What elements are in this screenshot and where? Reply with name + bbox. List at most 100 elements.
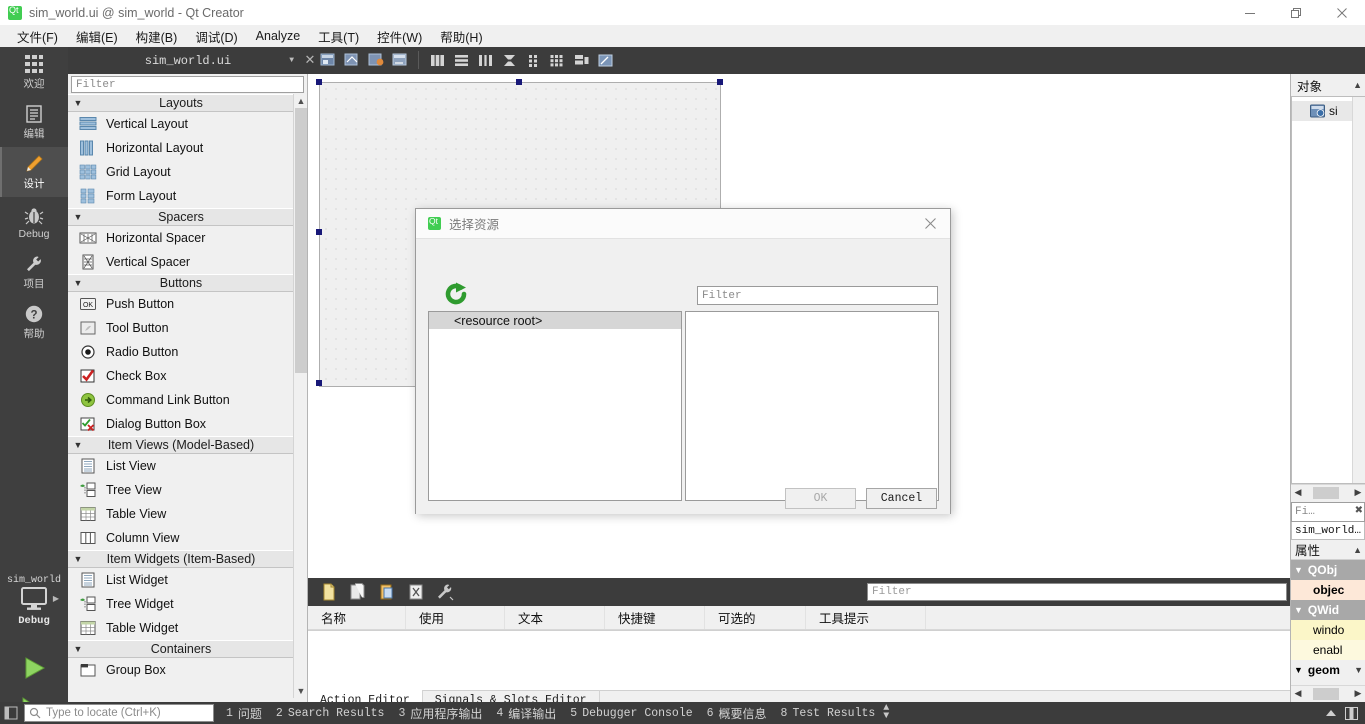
widget-item-grid-layout[interactable]: Grid Layout — [68, 160, 294, 184]
widget-item-vertical-spacer[interactable]: Vertical Spacer — [68, 250, 294, 274]
object-inspector-scrollbar[interactable] — [1352, 97, 1365, 483]
column-shortcut[interactable]: 快捷键 — [605, 606, 705, 629]
adjust-size-icon[interactable] — [595, 50, 615, 70]
resource-root-item[interactable]: <resource root> — [429, 312, 681, 329]
widget-item-radio-button[interactable]: Radio Button — [68, 340, 294, 364]
layout-horizontal-icon[interactable] — [427, 50, 447, 70]
layout-vertical-icon[interactable] — [451, 50, 471, 70]
widget-item-tree-view[interactable]: Tree View — [68, 478, 294, 502]
object-inspector-hscroll[interactable]: ◀ ▶ — [1291, 484, 1365, 500]
hscroll-thumb[interactable] — [1313, 687, 1339, 700]
chevron-right-icon[interactable]: ▶ — [1351, 687, 1365, 701]
split-icon[interactable] — [1341, 703, 1361, 723]
menu-widgets[interactable]: 控件(W) — [368, 25, 431, 48]
widget-item-vertical-layout[interactable]: Vertical Layout — [68, 112, 294, 136]
menu-help[interactable]: 帮助(H) — [431, 25, 491, 48]
paste-action-icon[interactable] — [376, 581, 398, 603]
widget-item-horizontal-spacer[interactable]: Horizontal Spacer — [68, 226, 294, 250]
resource-tree[interactable]: <resource root> — [428, 311, 682, 501]
property-objectname[interactable]: objec — [1291, 580, 1365, 600]
selection-handle-top-left[interactable] — [316, 79, 322, 85]
copy-action-icon[interactable] — [347, 581, 369, 603]
selection-handle-top-right[interactable] — [717, 79, 723, 85]
sidebar-item-edit[interactable]: 编辑 — [0, 97, 68, 147]
widget-item-tool-button[interactable]: Tool Button — [68, 316, 294, 340]
column-name[interactable]: 名称 — [308, 606, 406, 629]
chevron-up-icon[interactable]: ▲ — [294, 94, 307, 108]
widget-item-column-view[interactable]: Column View — [68, 526, 294, 550]
sidebar-item-projects[interactable]: 项目 — [0, 247, 68, 297]
minimize-icon[interactable] — [1227, 0, 1273, 25]
close-icon[interactable] — [1319, 0, 1365, 25]
widget-category-buttons[interactable]: ▼ Buttons — [68, 274, 294, 292]
widget-box-scrollbar[interactable]: ▲ ▼ — [293, 94, 307, 698]
widget-item-table-view[interactable]: Table View — [68, 502, 294, 526]
edit-tab-order-icon[interactable] — [390, 50, 410, 70]
ok-button[interactable]: OK — [785, 488, 856, 509]
column-used[interactable]: 使用 — [406, 606, 505, 629]
sidebar-item-design[interactable]: 设计 — [0, 147, 68, 197]
chevron-down-icon[interactable]: ▼ — [294, 684, 307, 698]
output-pane-issues[interactable]: 1 问题 — [226, 705, 262, 722]
widget-item-tree-widget[interactable]: Tree Widget — [68, 592, 294, 616]
maximize-icon[interactable] — [1273, 0, 1319, 25]
select-resource-dialog[interactable]: 选择资源 Filter <resource root> — [415, 208, 951, 514]
layout-grid-icon[interactable] — [523, 50, 543, 70]
scrollbar-thumb[interactable] — [295, 108, 307, 373]
break-layout-icon[interactable] — [571, 50, 591, 70]
menu-file[interactable]: 文件(F) — [8, 25, 67, 48]
delete-action-icon[interactable] — [405, 581, 427, 603]
chevron-left-icon[interactable]: ◀ — [1291, 486, 1305, 500]
widget-item-command-link-button[interactable]: Command Link Button — [68, 388, 294, 412]
chevron-up-icon[interactable]: ▲ — [1353, 545, 1362, 555]
widget-item-form-layout[interactable]: Form Layout — [68, 184, 294, 208]
widget-item-list-view[interactable]: List View — [68, 454, 294, 478]
updown-icon[interactable]: ▲ ▼ — [883, 704, 889, 722]
property-editor-hscroll[interactable]: ◀ ▶ — [1291, 685, 1365, 701]
selection-handle-top-center[interactable] — [516, 79, 522, 85]
cancel-button[interactable]: Cancel — [866, 488, 937, 509]
open-file-combo[interactable]: sim_world.ui ▼ — [68, 47, 308, 74]
layout-form-icon[interactable] — [547, 50, 567, 70]
widget-category-item-widgets[interactable]: ▼ Item Widgets (Item-Based) — [68, 550, 294, 568]
sidebar-item-help[interactable]: ? 帮助 — [0, 297, 68, 347]
menu-tools[interactable]: 工具(T) — [309, 25, 368, 48]
menu-analyze[interactable]: Analyze — [247, 27, 309, 45]
chevron-up-icon[interactable] — [1321, 703, 1341, 723]
output-pane-debugger-console[interactable]: 5 Debugger Console — [570, 707, 692, 720]
reload-icon[interactable] — [443, 281, 469, 307]
layout-splitter-h-icon[interactable] — [475, 50, 495, 70]
output-pane-general-messages[interactable]: 6 概要信息 — [707, 705, 767, 722]
column-text[interactable]: 文本 — [505, 606, 605, 629]
column-tooltip[interactable]: 工具提示 — [806, 606, 926, 629]
run-button[interactable] — [0, 647, 68, 689]
property-windowmodality[interactable]: windo — [1291, 620, 1365, 640]
sidebar-item-debug[interactable]: Debug — [0, 197, 68, 247]
column-checkable[interactable]: 可选的 — [705, 606, 806, 629]
output-pane-compile-output[interactable]: 4 编译输出 — [496, 705, 556, 722]
chevron-up-icon[interactable]: ▲ — [1353, 80, 1362, 90]
configure-icon[interactable] — [434, 581, 456, 603]
property-group-geometry[interactable]: ▼ geom ▼ — [1291, 660, 1365, 680]
edit-widgets-icon[interactable] — [318, 50, 338, 70]
menu-edit[interactable]: 编辑(E) — [67, 25, 127, 48]
edit-buddies-icon[interactable] — [366, 50, 386, 70]
output-pane-application-output[interactable]: 3 应用程序输出 — [398, 705, 482, 722]
widget-box-filter[interactable]: Filter — [71, 76, 304, 93]
property-enabled[interactable]: enabl — [1291, 640, 1365, 660]
selection-handle-bottom-left[interactable] — [316, 380, 322, 386]
layout-splitter-v-icon[interactable] — [499, 50, 519, 70]
widget-category-spacers[interactable]: ▼ Spacers — [68, 208, 294, 226]
resource-filter-input[interactable]: Filter — [697, 286, 938, 305]
sidebar-icon[interactable] — [0, 702, 22, 724]
widget-item-horizontal-layout[interactable]: Horizontal Layout — [68, 136, 294, 160]
widget-item-list-widget[interactable]: List Widget — [68, 568, 294, 592]
hscroll-track[interactable] — [1305, 486, 1351, 499]
property-group-qwidget[interactable]: ▼ QWid — [1291, 600, 1365, 620]
sidebar-item-welcome[interactable]: 欢迎 — [0, 47, 68, 97]
hscroll-track[interactable] — [1305, 687, 1351, 700]
edit-signals-slots-icon[interactable] — [342, 50, 362, 70]
widget-category-layouts[interactable]: ▼ Layouts — [68, 94, 294, 112]
resource-file-list[interactable] — [685, 311, 939, 501]
menu-build[interactable]: 构建(B) — [127, 25, 187, 48]
